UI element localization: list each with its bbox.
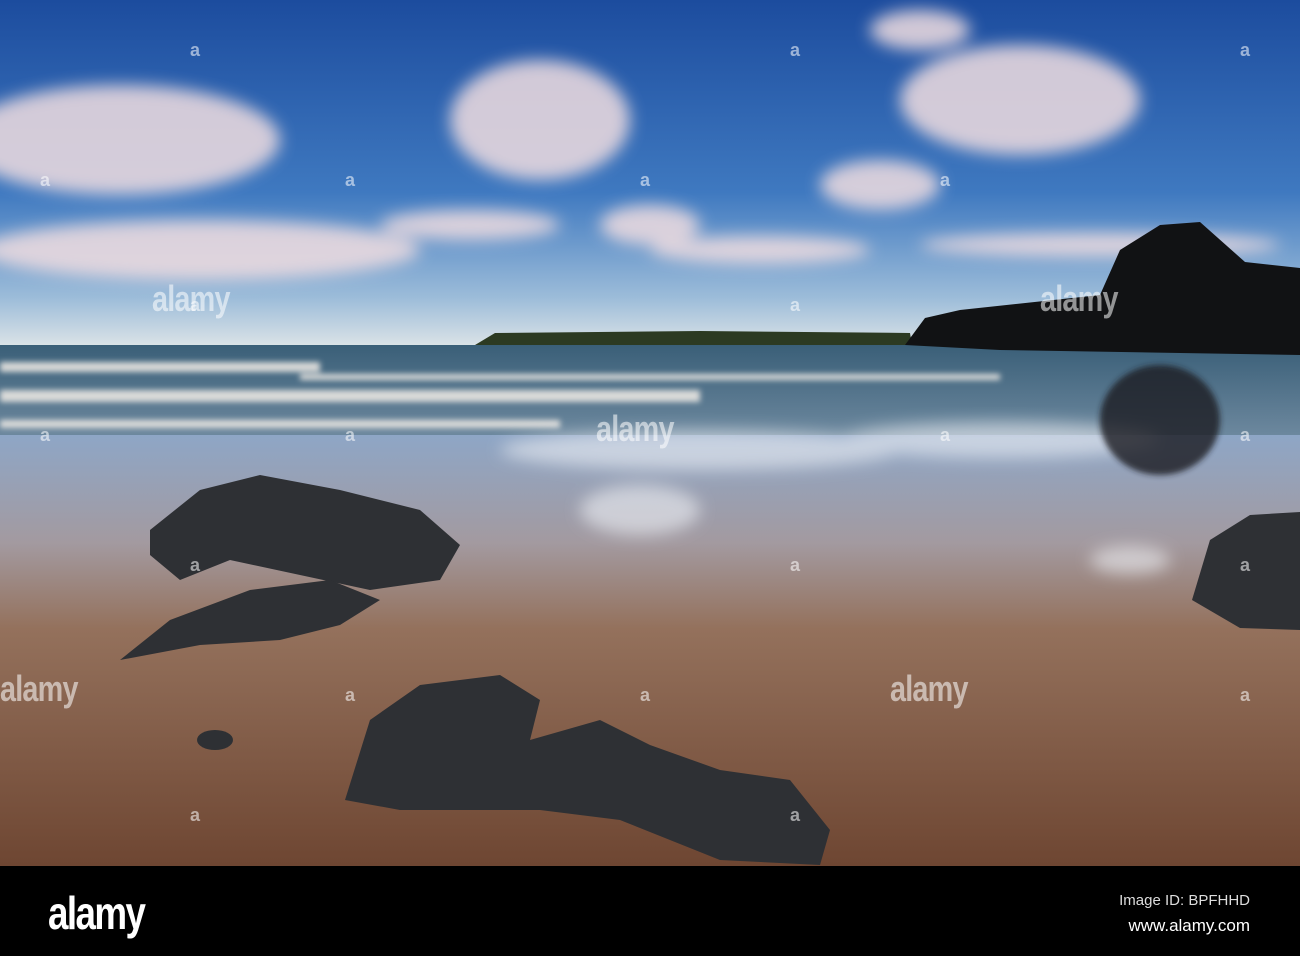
watermark-mark: a [790,555,801,575]
site-url: www.alamy.com [1128,916,1250,935]
watermark-mark: a [790,40,801,60]
watermark-mark: a [640,170,651,190]
alamy-logo: alamy [48,887,146,939]
distant-headland [475,331,912,345]
watermark-text: alamy [1040,278,1118,319]
watermark-mark: a [40,170,51,190]
watermark-mark: a [345,425,356,445]
watermark-mark: a [1240,425,1251,445]
watermark-mark: a [940,425,951,445]
watermark-mark: a [345,170,356,190]
watermark-mark: a [190,40,201,60]
watermark-mark: a [190,295,201,315]
image-id: Image ID: BPFHHD [1119,892,1250,909]
watermark-mark: a [345,685,356,705]
watermark-mark: a [1240,40,1251,60]
watermark-mark: a [940,170,951,190]
watermark-mark: a [190,555,201,575]
watermark-mark: a [1240,555,1251,575]
watermark-mark: a [790,805,801,825]
watermark-text: alamy [596,408,674,449]
watermark-mark: a [190,805,201,825]
footer-bar: alamy Image ID: BPFHHD www.alamy.com [0,866,1300,956]
beach-photo: alamy alamy alamy alamy alamy alamy Imag… [0,0,1300,956]
watermark-mark: a [40,425,51,445]
watermark-mark: a [790,295,801,315]
cliff-reflection [1100,365,1220,475]
watermark-mark: a [1240,685,1251,705]
watermark-mark: a [640,685,651,705]
watermark-text: alamy [0,668,78,709]
watermark-text: alamy [890,668,968,709]
